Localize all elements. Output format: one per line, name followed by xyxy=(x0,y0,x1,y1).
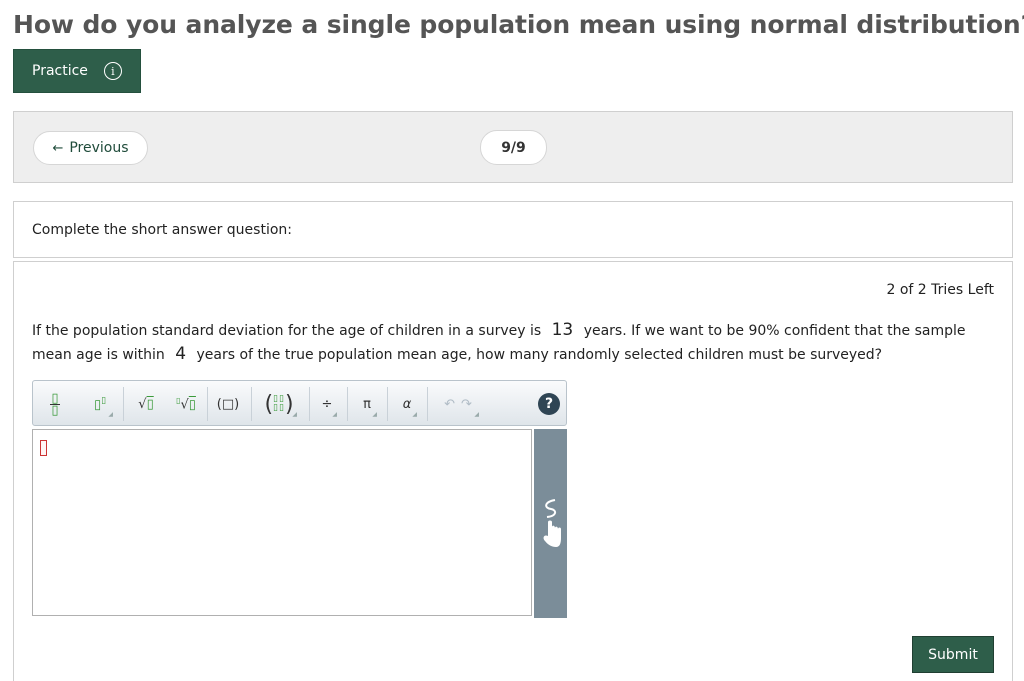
parentheses-button[interactable]: (□) xyxy=(215,387,241,421)
help-icon: ? xyxy=(538,393,560,415)
math-toolbar: ▯ ▯ ▯▯ ◢ √▯ ▯√▯ (□) (▯▯ ▯▯) ◢ ÷ ◢ π ◢ α … xyxy=(32,380,567,426)
instructions-panel: Complete the short answer question: xyxy=(13,201,1013,258)
question-part-3: years of the true population mean age, h… xyxy=(196,347,883,363)
fraction-button[interactable]: ▯ ▯ xyxy=(45,387,65,421)
nth-root-icon: ▯√▯ xyxy=(176,395,196,413)
navigation-panel: ← Previous 9/9 xyxy=(13,111,1013,183)
parentheses-icon: (□) xyxy=(216,396,240,412)
page-title: How do you analyze a single population m… xyxy=(13,10,1024,39)
previous-label: Previous xyxy=(69,140,129,156)
handwriting-icon xyxy=(543,498,561,547)
info-icon[interactable]: i xyxy=(103,62,122,80)
handwriting-panel-toggle[interactable] xyxy=(534,429,567,618)
undo-redo-button[interactable]: ↶ ↷ ◢ xyxy=(435,387,481,421)
practice-label: Practice xyxy=(32,63,88,79)
question-panel: 2 of 2 Tries Left If the population stan… xyxy=(13,261,1013,681)
divide-icon: ÷ xyxy=(321,396,333,412)
redo-icon: ↷ xyxy=(461,396,472,412)
question-text: If the population standard deviation for… xyxy=(32,319,992,367)
tries-left: 2 of 2 Tries Left xyxy=(886,282,995,298)
answer-input[interactable] xyxy=(32,429,532,616)
previous-button[interactable]: ← Previous xyxy=(33,131,148,165)
question-part-1: If the population standard deviation for… xyxy=(32,323,542,339)
matrix-button[interactable]: (▯▯ ▯▯) ◢ xyxy=(259,387,299,421)
undo-icon: ↶ xyxy=(444,396,455,412)
input-cursor xyxy=(40,440,47,456)
arrow-left-icon: ← xyxy=(52,140,64,156)
question-counter: 9/9 xyxy=(480,130,547,165)
help-button[interactable]: ? xyxy=(537,387,561,421)
alpha-icon: α xyxy=(402,396,412,412)
submit-button[interactable]: Submit xyxy=(912,636,994,673)
practice-button[interactable]: Practice i xyxy=(13,49,141,93)
exponent-icon: ▯▯ xyxy=(93,395,107,413)
pi-icon: π xyxy=(363,396,371,412)
margin-value: 4 xyxy=(175,344,187,364)
nth-root-button[interactable]: ▯√▯ xyxy=(171,387,201,421)
matrix-icon: (▯▯ ▯▯) xyxy=(264,391,294,417)
greek-letters-button[interactable]: α ◢ xyxy=(395,387,419,421)
std-dev-value: 13 xyxy=(551,320,574,340)
fraction-icon: ▯ ▯ xyxy=(50,390,60,418)
pi-button[interactable]: π ◢ xyxy=(355,387,379,421)
square-root-button[interactable]: √▯ xyxy=(133,387,159,421)
exponent-button[interactable]: ▯▯ ◢ xyxy=(85,387,115,421)
instructions-text: Complete the short answer question: xyxy=(32,222,292,238)
divide-button[interactable]: ÷ ◢ xyxy=(315,387,339,421)
square-root-icon: √▯ xyxy=(138,396,154,412)
